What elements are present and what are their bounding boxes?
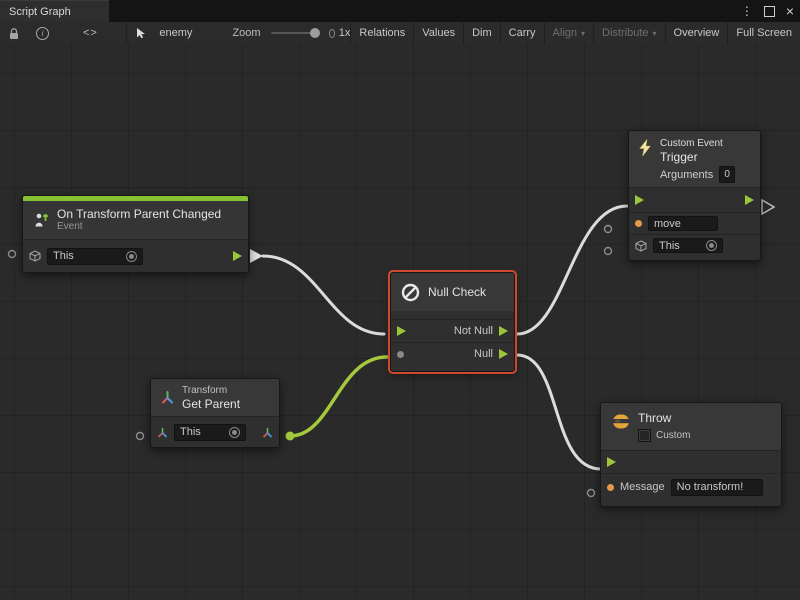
zoom-reset-icon[interactable] [329, 29, 335, 38]
flow-output-port[interactable] [745, 195, 754, 205]
node-get-parent[interactable]: Transform Get Parent This [150, 378, 280, 448]
align-button[interactable]: Align▾ [544, 22, 593, 44]
node-category: Custom Event [660, 137, 752, 150]
cursor-icon [128, 22, 155, 44]
flow-input-port[interactable] [607, 457, 616, 467]
zoom-label: Zoom [232, 27, 260, 39]
not-null-port-label: Not Null [454, 325, 493, 337]
node-null-check[interactable]: Null Check Not Null Null [390, 272, 515, 372]
getparent-this-dropdown[interactable]: This [174, 424, 246, 441]
object-picker-icon[interactable] [229, 427, 240, 438]
toolbar-separator [126, 22, 127, 44]
node-title: Null Check [428, 285, 486, 299]
node-on-transform-parent-changed[interactable]: On Transform Parent Changed Event This [22, 195, 249, 273]
object-picker-icon[interactable] [706, 240, 717, 251]
tab-script-graph[interactable]: Script Graph [0, 0, 109, 22]
flow-arrowhead [250, 249, 263, 263]
null-check-icon [400, 282, 421, 303]
graph-canvas[interactable]: On Transform Parent Changed Event This [0, 44, 800, 600]
connection-null-to-throw[interactable] [517, 355, 601, 469]
unconnected-port[interactable] [9, 251, 16, 258]
info-icon[interactable]: i [28, 22, 57, 44]
window-controls: ⋮ × [741, 0, 794, 22]
transform-port-icon[interactable] [157, 427, 168, 438]
carry-button[interactable]: Carry [500, 22, 544, 44]
transform-icon [160, 390, 175, 405]
cube-icon [29, 250, 41, 262]
flow-input-port[interactable] [635, 195, 644, 205]
node-title: Get Parent [182, 397, 240, 411]
message-field[interactable]: No transform! [671, 479, 763, 496]
message-label: Message [620, 481, 665, 493]
node-title: On Transform Parent Changed [57, 207, 221, 221]
transform-output-port[interactable] [262, 427, 273, 438]
unconnected-port[interactable] [605, 248, 612, 255]
node-custom-event[interactable]: Custom Event Trigger Arguments 0 move [628, 130, 761, 261]
node-subtitle: Event [57, 221, 221, 233]
null-port-label: Null [474, 348, 493, 360]
flow-out-marker[interactable] [762, 200, 774, 214]
null-output-port[interactable] [499, 349, 508, 359]
chevron-down-icon: ▾ [653, 29, 657, 38]
string-input-port[interactable] [607, 484, 614, 491]
object-picker-icon[interactable] [126, 251, 137, 262]
values-button[interactable]: Values [413, 22, 463, 44]
lock-icon[interactable] [0, 22, 28, 44]
transform-parent-changed-icon [32, 211, 50, 229]
toolbar-buttons: Relations Values Dim Carry Align▾ Distri… [350, 22, 800, 44]
arguments-label: Arguments [660, 169, 713, 181]
chevron-down-icon: ▾ [581, 29, 585, 38]
customevent-this-dropdown[interactable]: This [653, 238, 723, 253]
custom-checkbox-label: Custom [656, 429, 690, 442]
overview-button[interactable]: Overview [665, 22, 728, 44]
tab-bar: Script Graph ⋮ × [0, 0, 800, 22]
flow-output-port[interactable] [233, 251, 242, 261]
lightning-icon [637, 139, 653, 157]
graph-name[interactable]: enemy [155, 27, 202, 39]
connection-getparent-to-nullcheck[interactable] [290, 357, 387, 436]
value-wire-start [286, 432, 295, 441]
graph-toolbar: i <> enemy Zoom 1x Relations Values Dim … [0, 22, 800, 45]
string-input-port[interactable] [635, 220, 642, 227]
event-this-dropdown[interactable]: This [47, 248, 143, 265]
arguments-field[interactable]: 0 [719, 166, 735, 183]
tab-label: Script Graph [9, 6, 71, 18]
flow-input-port[interactable] [397, 326, 406, 336]
dim-button[interactable]: Dim [463, 22, 500, 44]
distribute-button[interactable]: Distribute▾ [593, 22, 664, 44]
not-null-output-port[interactable] [499, 326, 508, 336]
node-title: Throw [638, 411, 690, 425]
kebab-menu-icon[interactable]: ⋮ [741, 4, 753, 18]
node-throw[interactable]: Throw Custom Message No transform! [600, 402, 782, 507]
full-screen-button[interactable]: Full Screen [727, 22, 800, 44]
node-title: Trigger [660, 150, 752, 164]
unconnected-port[interactable] [137, 433, 144, 440]
connection-notnull-to-customevent[interactable] [517, 206, 627, 334]
maximize-icon[interactable] [764, 6, 775, 17]
zoom-value: 1x [339, 27, 351, 39]
code-icon[interactable]: <> [57, 27, 124, 39]
node-category: Transform [182, 384, 240, 397]
zoom-slider[interactable] [271, 32, 317, 34]
relations-button[interactable]: Relations [350, 22, 413, 44]
close-icon[interactable]: × [786, 3, 794, 19]
zoom-slider-handle[interactable] [310, 28, 320, 38]
unconnected-port[interactable] [588, 490, 595, 497]
event-name-field[interactable]: move [648, 216, 718, 231]
unconnected-port[interactable] [605, 226, 612, 233]
throw-icon [611, 411, 631, 431]
script-graph-window: Script Graph ⋮ × i <> enemy Zoom 1x Rela… [0, 0, 800, 600]
cube-icon [635, 240, 647, 252]
connection-event-to-nullcheck[interactable] [263, 256, 384, 334]
value-input-port[interactable] [397, 351, 404, 358]
custom-checkbox[interactable] [638, 429, 651, 442]
